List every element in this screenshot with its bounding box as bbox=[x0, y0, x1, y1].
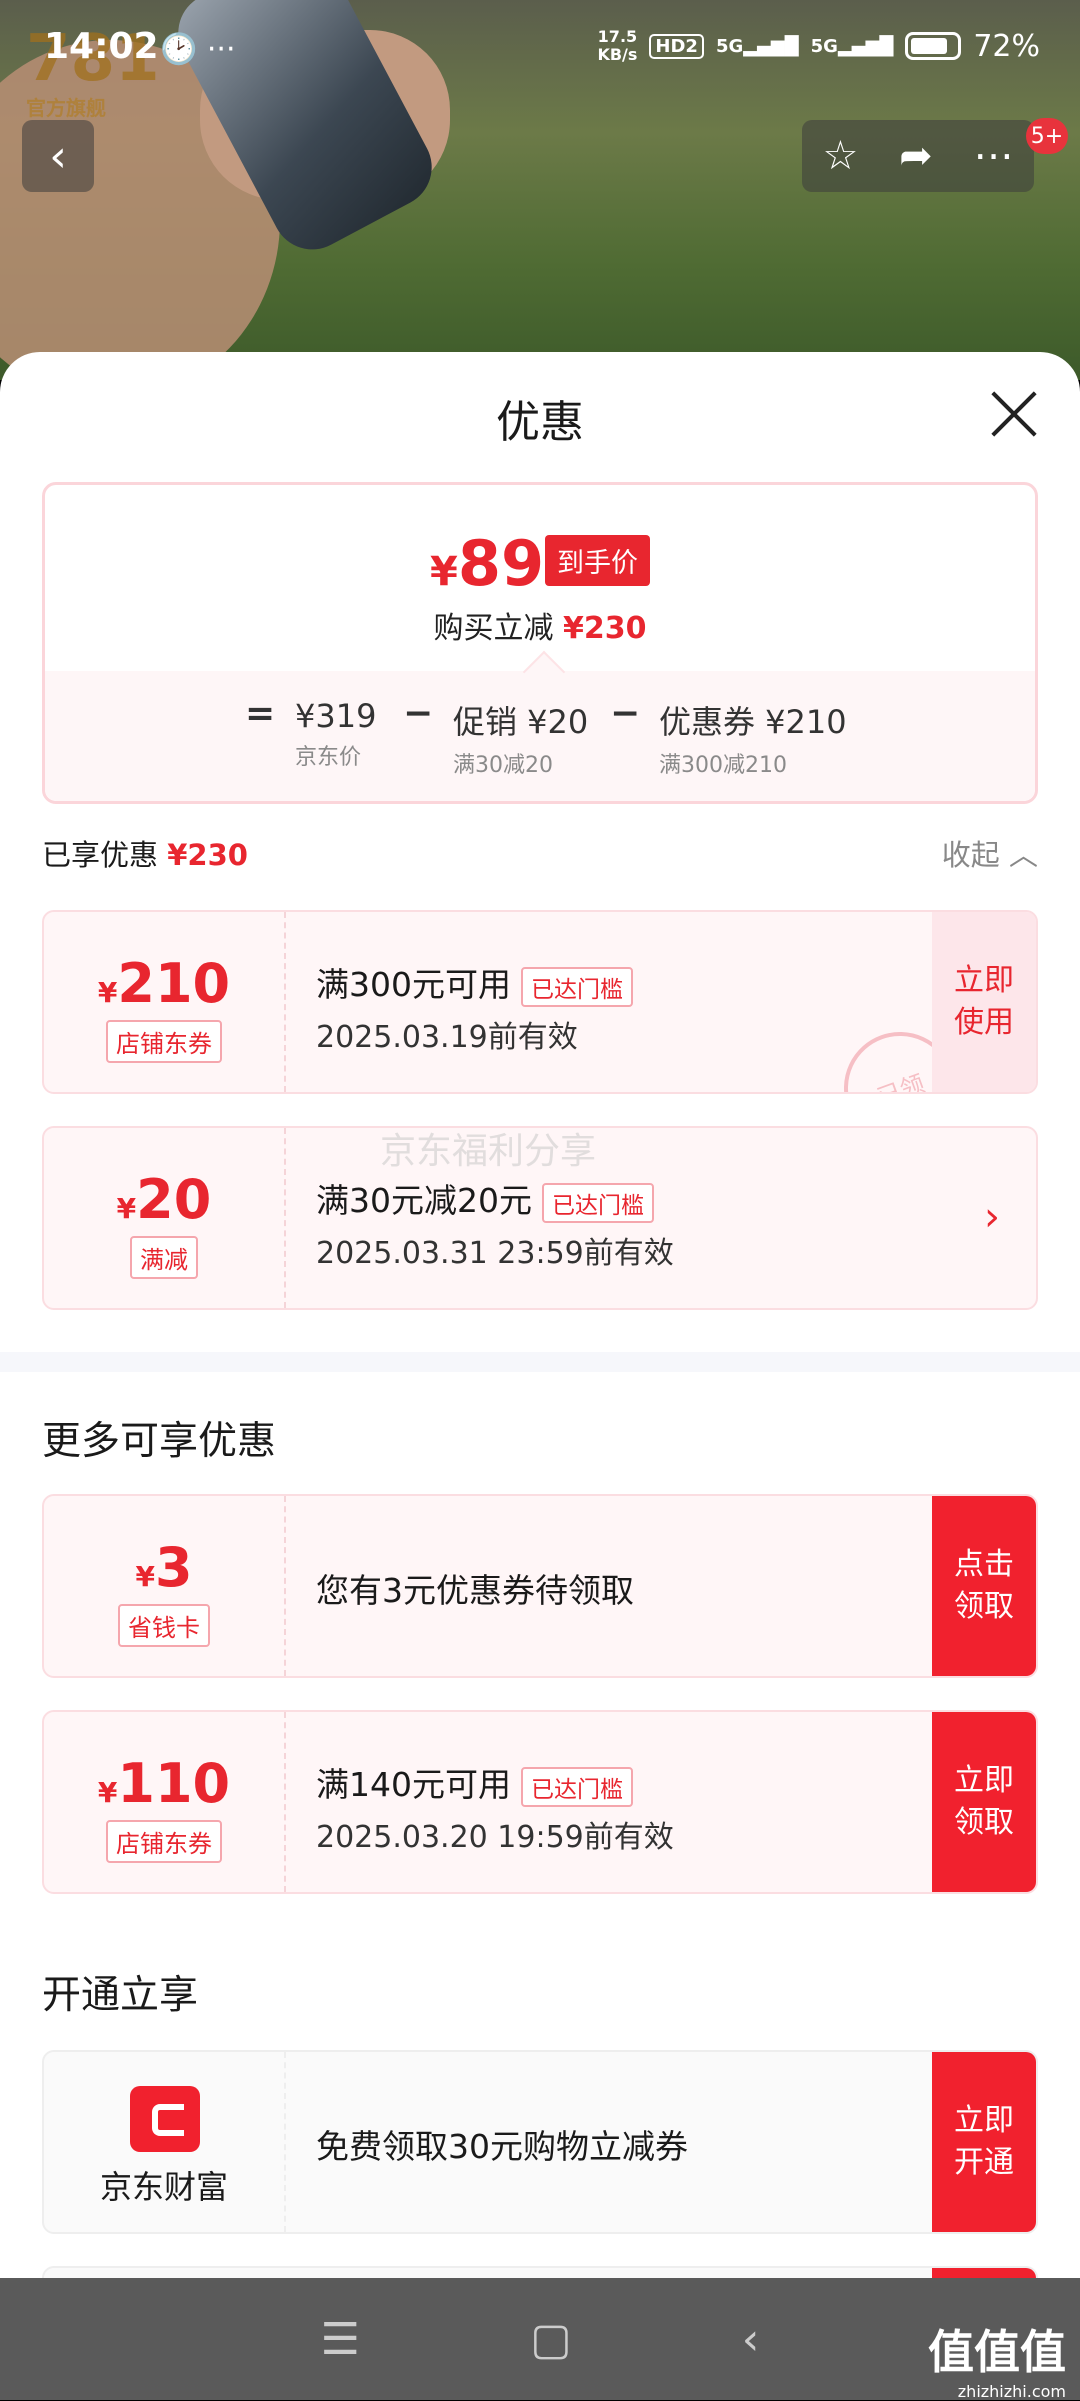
back-icon[interactable]: ‹ bbox=[742, 2314, 760, 2365]
watermark: 京东福利分享 bbox=[380, 1131, 597, 1172]
coupon-amount: ¥20 bbox=[116, 1168, 212, 1231]
coupon-title: 满140元可用 已达门槛 bbox=[316, 1758, 633, 1807]
discount-sheet: 优惠 ¥89 到手价 购买立减 ¥230 = ¥319 京东价 − 促销 ¥20… bbox=[0, 352, 1080, 2278]
coupon-title: 您有3元优惠券待领取 bbox=[316, 1571, 634, 1610]
final-price: ¥89 bbox=[430, 527, 545, 600]
more-icon[interactable]: ⋯ bbox=[974, 133, 1014, 179]
threshold-chip: 已达门槛 bbox=[521, 966, 633, 1007]
share-icon[interactable]: ➦ bbox=[899, 133, 933, 179]
equals-sign: = bbox=[245, 693, 276, 734]
chevron-right-icon[interactable]: › bbox=[984, 1194, 1000, 1240]
status-notification-icons: 🕑 ··· bbox=[160, 32, 236, 67]
instant-reduce: 购买立减 ¥230 bbox=[433, 611, 647, 646]
battery-icon bbox=[905, 32, 962, 60]
coupon-amount: 优惠券 ¥210 满300减210 bbox=[659, 703, 847, 778]
battery-level: 72% bbox=[973, 28, 1040, 64]
coupon-expiry: 2025.03.31 23:59前有效 bbox=[316, 1236, 674, 1271]
enjoyed-discount: 已享优惠 ¥230 bbox=[42, 838, 248, 872]
benefit-card: 京东财富 免费领取30元购物立减券 立即开通 bbox=[42, 2050, 1038, 2234]
network-speed-unit: KB/s bbox=[597, 45, 638, 64]
home-icon[interactable]: ▢ bbox=[530, 2314, 572, 2365]
price-breakdown: = ¥319 京东价 − 促销 ¥20 满30减20 − 优惠券 ¥210 满3… bbox=[45, 671, 1035, 801]
collapse-toggle[interactable]: 收起 ︿ bbox=[942, 832, 1038, 874]
benefit-card-partial bbox=[42, 2266, 1038, 2278]
status-bar: 14:02 🕑 ··· 17.5 KB/s HD2 5G▂▄▆█ 5G▂▄▆█ … bbox=[0, 0, 1080, 100]
coupon-title: 满300元可用 已达门槛 bbox=[316, 958, 633, 1007]
promo-amount: 促销 ¥20 满30减20 bbox=[453, 703, 589, 778]
site-watermark-logo: 值值值 zhizhizhi.com bbox=[928, 2325, 1066, 2401]
price-summary-card: ¥89 到手价 购买立减 ¥230 = ¥319 京东价 − 促销 ¥20 满3… bbox=[42, 482, 1038, 804]
coupon-amount: ¥3 bbox=[135, 1536, 193, 1599]
claim-button[interactable]: 点击领取 bbox=[932, 1496, 1036, 1676]
close-icon[interactable] bbox=[988, 388, 1040, 440]
network-speed-value: 17.5 bbox=[597, 27, 638, 46]
message-badge: 5+ bbox=[1026, 118, 1068, 154]
threshold-chip: 已达门槛 bbox=[521, 1766, 633, 1807]
use-now-button[interactable]: 立即使用 bbox=[932, 912, 1036, 1092]
threshold-chip: 已达门槛 bbox=[541, 1182, 654, 1223]
coupon-card: ¥3 省钱卡 您有3元优惠券待领取 点击领取 bbox=[42, 1494, 1038, 1678]
menu-icon[interactable]: ☰ bbox=[321, 2314, 360, 2365]
coupon-expiry: 2025.03.20 19:59前有效 bbox=[316, 1820, 674, 1855]
coupon-card: ¥210 店铺东券 满300元可用 已达门槛 2025.03.19前有效 已领 立… bbox=[42, 910, 1038, 1094]
header-actions: ☆ ➦ ⋯ bbox=[802, 120, 1034, 192]
open-benefits-title: 开通立享 bbox=[42, 1973, 199, 2018]
jd-price: ¥319 京东价 bbox=[295, 697, 377, 770]
coupon-type: 店铺东券 bbox=[106, 1820, 222, 1863]
benefit-title: 免费领取30元购物立减券 bbox=[316, 2127, 688, 2166]
coupon-card: ¥110 店铺东券 满140元可用 已达门槛 2025.03.20 19:59前有… bbox=[42, 1710, 1038, 1894]
chevron-left-icon: ‹ bbox=[49, 130, 67, 182]
signal-icon-1: 5G▂▄▆█ bbox=[715, 35, 799, 57]
signal-icon-2: 5G▂▄▆█ bbox=[810, 35, 894, 57]
coupon-title: 满30元减20元 已达门槛 bbox=[316, 1174, 654, 1223]
hd-icon: HD2 bbox=[649, 33, 704, 59]
coupon-type: 满减 bbox=[130, 1236, 198, 1279]
coupon-type: 店铺东券 bbox=[106, 1020, 222, 1063]
benefit-brand: 京东财富 bbox=[99, 2168, 228, 2206]
status-time: 14:02 bbox=[44, 26, 159, 67]
coupon-type: 省钱卡 bbox=[118, 1604, 210, 1647]
minus-sign: − bbox=[403, 693, 434, 734]
more-discounts-title: 更多可享优惠 bbox=[42, 1419, 277, 1464]
network-speed: 17.5 KB/s bbox=[597, 28, 637, 64]
back-button[interactable]: ‹ bbox=[22, 120, 94, 192]
jd-finance-icon bbox=[130, 2086, 200, 2152]
coupon-expiry: 2025.03.19前有效 bbox=[316, 1020, 578, 1055]
star-icon[interactable]: ☆ bbox=[822, 133, 858, 179]
chevron-up-icon: ︿ bbox=[1008, 838, 1038, 872]
claim-button[interactable]: 立即领取 bbox=[932, 1712, 1036, 1892]
coupon-amount: ¥210 bbox=[97, 952, 231, 1015]
activate-button[interactable] bbox=[932, 2268, 1036, 2278]
coupon-amount: ¥110 bbox=[97, 1752, 231, 1815]
minus-sign: − bbox=[610, 693, 641, 734]
sheet-title: 优惠 bbox=[496, 397, 584, 448]
system-nav-bar: ☰ ▢ ‹ bbox=[0, 2278, 1080, 2400]
activate-button[interactable]: 立即开通 bbox=[932, 2052, 1036, 2232]
final-price-tag: 到手价 bbox=[545, 535, 650, 586]
section-divider bbox=[0, 1352, 1080, 1372]
